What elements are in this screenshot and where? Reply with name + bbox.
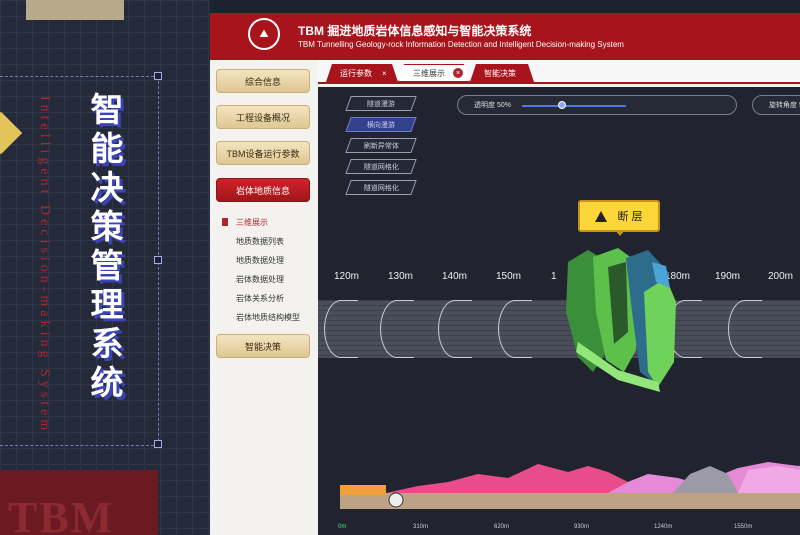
app-subtitle: TBM Tunnelling Geology-rock Information … [298, 40, 624, 49]
axis-label: 1240m [654, 524, 673, 530]
fault-anomaly-body[interactable] [548, 232, 698, 402]
tunnel-ring [324, 300, 358, 358]
warning-icon [595, 210, 608, 222]
tbm-machine-icon [388, 492, 404, 508]
btn-lateral-roam[interactable]: 横向漫游 [345, 117, 417, 132]
axis-label: 930m [574, 524, 590, 530]
sidebar-subitem-3d[interactable]: 三维展示 [236, 217, 268, 228]
left-decor-panel: Intelligent Decision-making System 智能决策管… [0, 0, 210, 535]
mileage-label: 120m [334, 271, 360, 282]
sidebar-item-tbm-params[interactable]: TBM设备运行参数 [216, 141, 310, 165]
sidebar-subitem-relation[interactable]: 岩体关系分析 [236, 293, 284, 304]
app-window: ⛰ TBM 掘进地质岩体信息感知与智能决策系统 TBM Tunnelling G… [210, 13, 800, 535]
mileage-label: 190m [715, 271, 741, 282]
opacity-slider-track[interactable] [522, 105, 626, 107]
bookmark-icon [222, 218, 228, 226]
title-chinese: 智能决策管理系统 [86, 92, 123, 404]
tunnel-ring [438, 300, 472, 358]
title-english: Intelligent Decision-making System [37, 96, 52, 435]
sidebar-subitem-model[interactable]: 岩体地质结构模型 [236, 312, 300, 323]
mileage-label: 150m [496, 271, 522, 282]
watermark-text: TBM [8, 493, 115, 535]
tunnel-ring [498, 300, 532, 358]
btn-refresh-anomaly[interactable]: 刷新异常体 [345, 138, 417, 153]
tab-run-params[interactable]: 运行参数 × [326, 64, 398, 82]
sidebar-subitem-data-list[interactable]: 地质数据列表 [236, 236, 284, 247]
resize-handle[interactable] [154, 72, 162, 80]
resize-handle[interactable] [154, 256, 162, 264]
axis-label: 620m [494, 524, 510, 530]
tab-3d-view[interactable]: 三维展示 × [398, 64, 470, 82]
sidebar-item-equipment[interactable]: 工程设备概况 [216, 105, 310, 129]
mileage-label: 140m [442, 271, 468, 282]
btn-tunnel-grid[interactable]: 隧道网格化 [345, 159, 417, 174]
paper-decor [26, 0, 124, 20]
sidebar-item-overview[interactable]: 综合信息 [216, 69, 310, 93]
close-icon[interactable]: × [382, 69, 387, 78]
btn-tunnel-roam[interactable]: 隧道漫游 [345, 96, 417, 111]
opacity-control[interactable]: 透明度 50% [457, 95, 737, 115]
geology-profile[interactable] [318, 442, 800, 522]
tunnel-ring [728, 300, 762, 358]
fault-warning[interactable]: 断 层 [578, 200, 660, 232]
axis-label: 0m [338, 524, 347, 530]
opacity-slider-knob[interactable] [558, 101, 566, 109]
axis-label: 310m [413, 524, 429, 530]
tab-bar: 运行参数 × 三维展示 × 智能决策 [318, 60, 800, 84]
sidebar-item-rock-geology[interactable]: 岩体地质信息 [216, 178, 310, 202]
close-icon[interactable]: × [453, 68, 463, 78]
3d-view[interactable]: 隧道漫游 横向漫游 刷新异常体 隧道网格化 隧道网格化 透明度 50% 旋转角度… [318, 87, 800, 535]
university-logo-icon: ⛰ [248, 18, 280, 50]
rotation-control[interactable]: 旋转角度 5 [752, 95, 800, 115]
axis-label: 1550m [734, 524, 753, 530]
tunnel-ring [380, 300, 414, 358]
app-title: TBM 掘进地质岩体信息感知与智能决策系统 [298, 24, 532, 38]
sidebar: 综合信息 工程设备概况 TBM设备运行参数 岩体地质信息 三维展示 地质数据列表… [210, 60, 319, 535]
mileage-label: 200m [768, 271, 794, 282]
resize-handle[interactable] [154, 440, 162, 448]
sidebar-subitem-rock-process[interactable]: 岩体数据处理 [236, 274, 284, 285]
mileage-label: 130m [388, 271, 414, 282]
btn-tunnel-grid-2[interactable]: 隧道网格化 [345, 180, 417, 195]
sidebar-item-decision[interactable]: 智能决策 [216, 334, 310, 358]
tab-decision[interactable]: 智能决策 [470, 64, 534, 82]
sidebar-subitem-data-process[interactable]: 地质数据处理 [236, 255, 284, 266]
app-header: ⛰ TBM 掘进地质岩体信息感知与智能决策系统 TBM Tunnelling G… [210, 13, 800, 60]
